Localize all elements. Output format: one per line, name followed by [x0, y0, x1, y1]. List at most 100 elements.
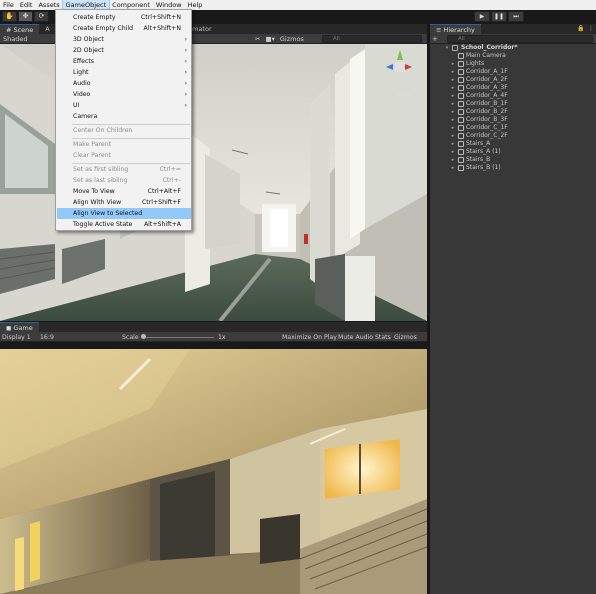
collapse-arrow-icon[interactable]: ▸	[450, 164, 456, 172]
hierarchy-item[interactable]: ▸ Corridor_B_3F	[430, 116, 596, 124]
collapse-arrow-icon[interactable]: ▸	[450, 148, 456, 156]
gameobject-icon	[458, 69, 464, 75]
gameobject-icon	[458, 61, 464, 67]
menu-item-label: 2D Object	[73, 47, 104, 54]
collapse-arrow-icon[interactable]: ▸	[450, 68, 456, 76]
collapse-arrow-icon[interactable]: ▸	[450, 132, 456, 140]
move-tool-button[interactable]: ✥	[18, 11, 33, 22]
hierarchy-item-label: Corridor_A_3F	[466, 84, 508, 91]
scale-value: 1x	[218, 333, 226, 341]
gameobject-icon	[458, 101, 464, 107]
menu-item-toggle-active-state[interactable]: Toggle Active State Alt+Shift+A	[57, 219, 191, 230]
menu-item-create-empty-child[interactable]: Create Empty Child Alt+Shift+N	[57, 23, 191, 34]
menu-item-effects[interactable]: Effects ›	[57, 56, 191, 67]
hierarchy-item[interactable]: ▸ Corridor_A_1F	[430, 68, 596, 76]
stats-toggle[interactable]: Stats	[375, 334, 391, 341]
hierarchy-item[interactable]: ▸ Corridor_B_1F	[430, 100, 596, 108]
collapse-arrow-icon[interactable]: ▸	[450, 84, 456, 92]
menu-item-label: Move To View	[73, 188, 115, 195]
menu-item-light[interactable]: Light ›	[57, 67, 191, 78]
add-object-button[interactable]: +	[432, 35, 438, 43]
collapse-arrow-icon[interactable]: ▸	[450, 156, 456, 164]
hierarchy-item[interactable]: ▸ Stairs_A	[430, 140, 596, 148]
tab-game[interactable]: ◼ Game	[0, 322, 39, 332]
menu-item-create-empty[interactable]: Create Empty Ctrl+Shift+N	[57, 12, 191, 23]
menu-item-video[interactable]: Video ›	[57, 89, 191, 100]
menu-item-3d-object[interactable]: 3D Object ›	[57, 34, 191, 45]
pause-button[interactable]: ❚❚	[491, 11, 507, 22]
display-dropdown[interactable]: Display 1	[2, 334, 31, 341]
menu-file[interactable]: File	[0, 0, 17, 10]
collapse-arrow-icon[interactable]: ▸	[450, 140, 456, 148]
menu-item-label: 3D Object	[73, 36, 104, 43]
collapse-arrow-icon[interactable]: ▸	[450, 100, 456, 108]
collapse-arrow-icon[interactable]: ▸	[450, 60, 456, 68]
hierarchy-search-input[interactable]: All	[447, 35, 593, 43]
menu-item-label: Clear Parent	[73, 152, 111, 159]
collapse-arrow-icon[interactable]: ▸	[450, 116, 456, 124]
hierarchy-item-label: Stairs_A (1)	[466, 148, 501, 155]
play-button[interactable]: ▶	[474, 11, 490, 22]
expand-arrow-icon[interactable]: ▾	[444, 44, 450, 52]
submenu-arrow-icon: ›	[184, 47, 187, 54]
hierarchy-item[interactable]: ▸ Corridor_A_2F	[430, 76, 596, 84]
scene-search-input[interactable]: All	[322, 35, 422, 43]
hierarchy-item[interactable]: ▸ Corridor_C_1F	[430, 124, 596, 132]
submenu-arrow-icon: ›	[184, 58, 187, 65]
hierarchy-item[interactable]: ▸ Lights	[430, 60, 596, 68]
hierarchy-scene-root[interactable]: ▾ School_Corridor*	[430, 44, 596, 52]
hierarchy-tree: ▾ School_Corridor* Main Camera ▸ Lights …	[430, 44, 596, 594]
collapse-arrow-icon[interactable]: ▸	[450, 108, 456, 116]
gizmos-dropdown[interactable]: Gizmos	[280, 35, 304, 43]
rotate-tool-button[interactable]: ⟳	[34, 11, 49, 22]
menu-item-align-with-view[interactable]: Align With View Ctrl+Shift+F	[57, 197, 191, 208]
mute-audio-toggle[interactable]: Mute Audio	[338, 334, 373, 341]
tab-hierarchy[interactable]: ≡ Hierarchy	[430, 24, 481, 34]
hierarchy-item-label: Stairs_A	[466, 140, 491, 147]
collapse-arrow-icon[interactable]: ▸	[450, 124, 456, 132]
gameobject-icon	[458, 53, 464, 59]
aspect-dropdown[interactable]: 16:9	[40, 334, 54, 341]
tools-icon[interactable]: ✂	[255, 35, 260, 43]
menu-item-camera[interactable]: Camera	[57, 111, 191, 122]
menu-item-move-to-view[interactable]: Move To View Ctrl+Alt+F	[57, 186, 191, 197]
hierarchy-item[interactable]: ▸ Stairs_B (1)	[430, 164, 596, 172]
hand-tool-button[interactable]: ✋	[2, 11, 17, 22]
game-viewport[interactable]	[0, 349, 427, 594]
menu-item-align-view-to-selected[interactable]: Align View to Selected	[57, 208, 191, 219]
camera-icon[interactable]: ■▾	[265, 35, 274, 43]
step-button[interactable]: ⏭	[508, 11, 524, 22]
scene-search-placeholder: All	[333, 36, 340, 42]
hierarchy-item[interactable]: ▸ Corridor_B_2F	[430, 108, 596, 116]
menu-item-shortcut: Ctrl+=	[159, 166, 181, 173]
more-options-icon[interactable]: ⋮	[588, 25, 594, 32]
hierarchy-item[interactable]: ▸ Stairs_B	[430, 156, 596, 164]
menu-item-audio[interactable]: Audio ›	[57, 78, 191, 89]
hierarchy-item[interactable]: Main Camera	[430, 52, 596, 60]
shading-mode-dropdown[interactable]: Shaded	[3, 35, 27, 43]
menu-item-ui[interactable]: UI ›	[57, 100, 191, 111]
tab-scene[interactable]: # Scene	[0, 24, 40, 34]
hierarchy-item-label: Corridor_C_2F	[466, 132, 508, 139]
scale-slider-track	[142, 336, 214, 338]
tab-animation-label: A	[45, 25, 50, 33]
lock-icon[interactable]: 🔒	[577, 25, 584, 32]
menu-item-2d-object[interactable]: 2D Object ›	[57, 45, 191, 56]
hierarchy-item-label: Lights	[466, 60, 485, 67]
collapse-arrow-icon[interactable]: ▸	[450, 92, 456, 100]
game-gizmos-dropdown[interactable]: Gizmos	[394, 334, 417, 341]
hierarchy-item[interactable]: ▸ Stairs_A (1)	[430, 148, 596, 156]
gameobject-icon	[458, 117, 464, 123]
tab-animation[interactable]: A	[39, 24, 55, 34]
tab-scene-label: Scene	[13, 25, 34, 34]
collapse-arrow-icon[interactable]: ▸	[450, 76, 456, 84]
hierarchy-item[interactable]: ▸ Corridor_A_3F	[430, 84, 596, 92]
submenu-arrow-icon: ›	[184, 69, 187, 76]
menu-edit[interactable]: Edit	[17, 0, 36, 10]
hand-icon: ✋	[5, 12, 14, 20]
hierarchy-item[interactable]: ▸ Corridor_C_2F	[430, 132, 596, 140]
scale-slider[interactable]	[141, 334, 146, 339]
hierarchy-item[interactable]: ▸ Corridor_A_4F	[430, 92, 596, 100]
maximize-on-play-toggle[interactable]: Maximize On Play	[282, 334, 337, 341]
hierarchy-item-label: Corridor_A_4F	[466, 92, 508, 99]
